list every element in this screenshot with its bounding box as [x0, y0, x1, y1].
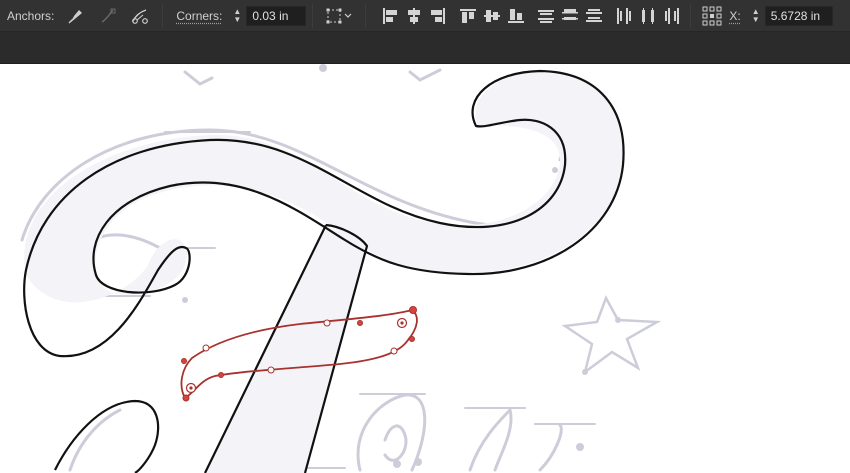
anchor-point [323, 319, 331, 327]
align-vertical-center-button[interactable] [480, 5, 504, 27]
chevron-down-icon: ▼ [233, 14, 242, 24]
divider [690, 3, 692, 28]
document-tab-strip [0, 32, 850, 64]
pen-anchor-icon [68, 9, 83, 23]
anchors-label: Anchors: [7, 8, 55, 23]
corners-label[interactable]: Corners: [169, 9, 228, 23]
align-bottom-button[interactable] [504, 5, 528, 27]
distribute-right-button[interactable] [660, 5, 684, 27]
align-horizontal-center-button[interactable] [402, 5, 426, 27]
align-vertical-center-icon [484, 9, 501, 22]
distribute-bottom-icon [586, 8, 603, 22]
control-bar: Anchors: Corners: ▲ ▼ 0.03 in X: ▲ ▼ 5.6… [0, 0, 850, 32]
artboard-canvas[interactable] [0, 64, 850, 473]
distribute-right-icon [665, 7, 680, 24]
chevron-down-icon: ▼ [751, 14, 760, 24]
anchor-point [409, 306, 417, 314]
x-position-stepper[interactable]: ▲ ▼ [749, 6, 763, 26]
anchor-point [218, 372, 224, 378]
align-horizontal-center-icon [408, 7, 421, 24]
remove-anchor-button[interactable] [97, 5, 119, 27]
align-right-button[interactable] [426, 5, 450, 27]
corners-radius-input[interactable] [246, 5, 307, 26]
distribute-vertical-center-button[interactable] [558, 5, 582, 27]
remove-anchor-icon [102, 8, 116, 23]
anchor-point [267, 366, 275, 374]
align-top-button[interactable] [456, 5, 480, 27]
align-left-button[interactable] [378, 5, 402, 27]
distribute-left-icon [617, 7, 632, 24]
anchor-point [202, 344, 210, 352]
distribute-horizontal-center-button[interactable] [636, 5, 660, 27]
x-position-input[interactable] [764, 5, 833, 26]
anchor-point [390, 347, 398, 355]
transform-grid-icon [326, 8, 352, 23]
bottom-swash-outline [54, 399, 160, 473]
distribute-top-icon [538, 9, 555, 23]
align-right-icon [431, 7, 446, 24]
divider [312, 3, 314, 28]
cut-path-button[interactable] [129, 5, 151, 27]
distribute-top-button[interactable] [534, 5, 558, 27]
scissors-icon [132, 8, 149, 24]
reference-point-icon [702, 6, 722, 25]
convert-anchor-button[interactable] [65, 5, 87, 27]
align-objects-group [378, 5, 684, 27]
x-position-label[interactable]: X: [727, 9, 746, 23]
distribute-bottom-button[interactable] [582, 5, 606, 27]
distribute-vertical-center-icon [562, 8, 579, 20]
anchor-point [181, 358, 187, 364]
distribute-left-button[interactable] [612, 5, 636, 27]
reference-point-button[interactable] [701, 5, 723, 27]
transform-options-button[interactable] [324, 5, 354, 27]
align-bottom-icon [508, 8, 525, 23]
artwork [20, 64, 662, 473]
divider [365, 3, 367, 28]
anchor-point [409, 336, 415, 342]
corners-stepper[interactable]: ▲ ▼ [230, 6, 244, 26]
anchor-point [357, 320, 363, 326]
align-top-icon [460, 8, 477, 23]
distribute-horizontal-center-icon [642, 7, 655, 24]
align-left-icon [383, 7, 398, 24]
anchor-point [182, 394, 190, 402]
divider [162, 3, 164, 28]
